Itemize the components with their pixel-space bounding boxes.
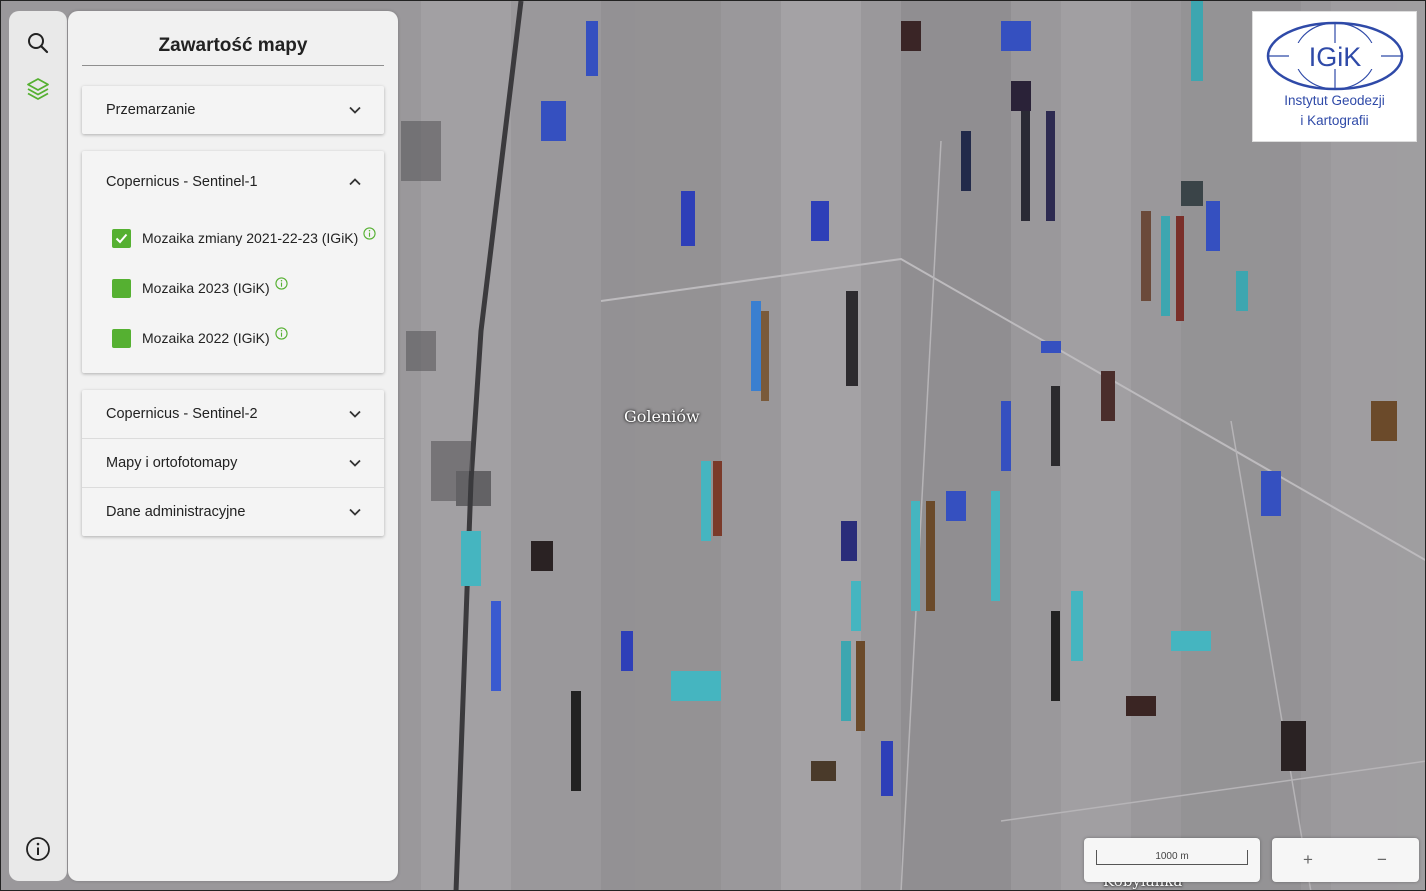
info-circle-icon[interactable] (274, 326, 288, 340)
search-icon[interactable] (24, 29, 52, 57)
igik-logo-emblem: IGiK (1266, 21, 1404, 91)
scale-control: 1000 m (1084, 838, 1260, 882)
section-label: Mapy i ortofotomapy (106, 455, 238, 471)
layer-item[interactable]: Mozaika zmiany 2021-22-23 (IGiK) (82, 213, 384, 263)
scale-bar: 1000 m (1096, 850, 1248, 865)
tool-rail (9, 11, 67, 881)
logo-line-2: i Kartografii (1300, 113, 1369, 128)
section-header[interactable]: Copernicus - Sentinel-1 (82, 151, 384, 213)
logo-line-1: Instytut Geodezji (1284, 93, 1385, 108)
panel-title: Zawartość mapy (158, 35, 308, 56)
divider (82, 65, 384, 66)
chevron-down-icon (349, 459, 361, 467)
chevron-down-icon (349, 508, 361, 516)
layer-checkbox[interactable] (112, 328, 131, 348)
section-sentinel-1: Copernicus - Sentinel-1 Mozaika zmiany 2… (82, 151, 384, 373)
map-viewport[interactable]: Goleniów Kobylanka Zawartość mapy Przema… (0, 0, 1426, 891)
chevron-down-icon (349, 410, 361, 418)
layer-item[interactable]: Mozaika 2022 (IGiK) (82, 313, 384, 363)
zoom-in-button[interactable]: + (1283, 846, 1333, 874)
layer-checkbox[interactable] (112, 228, 131, 248)
place-label-goleniow: Goleniów (624, 407, 700, 426)
section-group: Copernicus - Sentinel-2 Mapy i ortofotom… (82, 390, 384, 536)
info-circle-icon[interactable] (274, 276, 288, 290)
check-icon (115, 233, 128, 243)
section-dane-administracyjne[interactable]: Dane administracyjne (82, 488, 384, 536)
layer-label: Mozaika zmiany 2021-22-23 (IGiK) (142, 230, 359, 246)
info-icon[interactable] (24, 835, 52, 863)
layer-label: Mozaika 2023 (IGiK) (142, 280, 270, 296)
layer-label: Mozaika 2022 (IGiK) (142, 330, 270, 346)
section-label: Dane administracyjne (106, 504, 246, 520)
logo-short: IGiK (1309, 42, 1362, 72)
layer-checkbox[interactable] (112, 278, 131, 298)
chevron-up-icon (349, 178, 361, 186)
igik-logo: IGiK Instytut Geodezji i Kartografii (1252, 11, 1417, 142)
info-circle-icon[interactable] (363, 226, 376, 240)
section-sentinel-2[interactable]: Copernicus - Sentinel-2 (82, 390, 384, 438)
section-mapy-ortofotomapy[interactable]: Mapy i ortofotomapy (82, 439, 384, 487)
section-przemarzanie: Przemarzanie (82, 86, 384, 134)
layers-icon[interactable] (24, 75, 52, 103)
zoom-out-button[interactable]: − (1357, 846, 1407, 874)
section-header[interactable]: Przemarzanie (82, 86, 384, 134)
layer-item[interactable]: Mozaika 2023 (IGiK) (82, 263, 384, 313)
section-label: Copernicus - Sentinel-1 (106, 174, 258, 190)
section-label: Copernicus - Sentinel-2 (106, 406, 258, 422)
map-content-panel: Zawartość mapy Przemarzanie Copernicus -… (68, 11, 398, 881)
zoom-control: + − (1272, 838, 1419, 882)
chevron-down-icon (349, 106, 361, 114)
section-label: Przemarzanie (106, 102, 196, 118)
